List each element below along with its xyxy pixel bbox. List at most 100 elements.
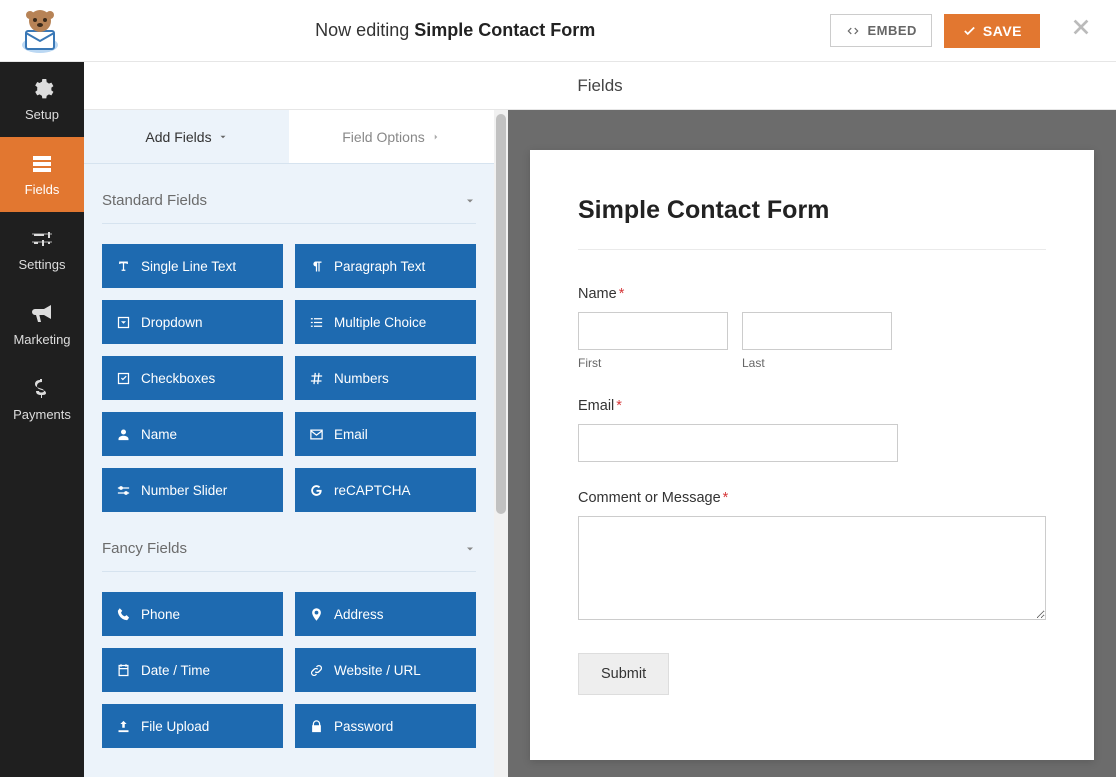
envelope-icon	[309, 427, 324, 442]
header-title: Now editing Simple Contact Form	[80, 20, 830, 41]
field-type-button[interactable]: Multiple Choice	[295, 300, 476, 344]
chevron-down-icon	[464, 195, 476, 207]
form-title: Simple Contact Form	[578, 196, 1046, 250]
fields-panel: Add Fields Field Options Standard Fields…	[84, 110, 494, 777]
tab-field-options[interactable]: Field Options	[289, 110, 494, 163]
check-icon	[116, 371, 131, 386]
checkmark-icon	[962, 24, 977, 38]
section-header[interactable]: Standard Fields	[102, 192, 476, 224]
sidebar-item-label: Payments	[13, 407, 71, 422]
hash-icon	[309, 371, 324, 386]
field-type-button[interactable]: Email	[295, 412, 476, 456]
section-header[interactable]: Fancy Fields	[102, 540, 476, 572]
panel-scrollbar[interactable]	[494, 110, 508, 777]
email-label: Email*	[578, 398, 1046, 414]
section-title: Standard Fields	[102, 192, 207, 209]
field-type-button[interactable]: Website / URL	[295, 648, 476, 692]
field-type-label: Numbers	[334, 371, 389, 386]
last-sublabel: Last	[742, 356, 892, 370]
save-button[interactable]: SAVE	[944, 14, 1040, 48]
chevron-down-icon	[464, 543, 476, 555]
sliders-icon	[30, 227, 54, 251]
submit-button[interactable]: Submit	[578, 653, 669, 695]
close-icon	[1070, 16, 1092, 38]
field-type-button[interactable]: Phone	[102, 592, 283, 636]
embed-button[interactable]: EMBED	[830, 14, 931, 47]
field-type-button[interactable]: Address	[295, 592, 476, 636]
first-name-input[interactable]	[578, 312, 728, 350]
field-type-label: Dropdown	[141, 315, 203, 330]
sidebar-item-label: Settings	[19, 257, 66, 272]
field-type-label: Email	[334, 427, 368, 442]
tab-add-fields[interactable]: Add Fields	[84, 110, 289, 163]
scrollbar-thumb[interactable]	[496, 114, 506, 514]
link-icon	[309, 663, 324, 678]
close-button[interactable]	[1066, 16, 1096, 45]
field-type-button[interactable]: Date / Time	[102, 648, 283, 692]
field-type-button[interactable]: File Upload	[102, 704, 283, 748]
upload-icon	[116, 719, 131, 734]
email-input[interactable]	[578, 424, 898, 462]
google-icon	[309, 483, 324, 498]
form-preview: Simple Contact Form Name* First Last	[508, 110, 1116, 777]
bullhorn-icon	[30, 302, 54, 326]
last-name-input[interactable]	[742, 312, 892, 350]
field-type-button[interactable]: reCAPTCHA	[295, 468, 476, 512]
name-label: Name*	[578, 286, 1046, 302]
field-type-label: Name	[141, 427, 177, 442]
text-icon	[116, 259, 131, 274]
field-comment[interactable]: Comment or Message*	[578, 490, 1046, 625]
chevron-right-icon	[431, 132, 441, 142]
sidebar-item-label: Fields	[25, 182, 60, 197]
field-type-label: Address	[334, 607, 384, 622]
field-type-button[interactable]: Checkboxes	[102, 356, 283, 400]
calendar-icon	[116, 663, 131, 678]
app-header: Now editing Simple Contact Form EMBED SA…	[0, 0, 1116, 62]
field-email[interactable]: Email*	[578, 398, 1046, 462]
lock-icon	[309, 719, 324, 734]
comment-label: Comment or Message*	[578, 490, 1046, 506]
field-type-label: reCAPTCHA	[334, 483, 411, 498]
field-type-label: Single Line Text	[141, 259, 236, 274]
chevron-down-icon	[218, 132, 228, 142]
code-icon	[845, 24, 861, 38]
first-sublabel: First	[578, 356, 728, 370]
field-type-label: Password	[334, 719, 393, 734]
dropdown-icon	[116, 315, 131, 330]
sidebar-item-fields[interactable]: Fields	[0, 137, 84, 212]
field-type-label: Paragraph Text	[334, 259, 425, 274]
section-title: Fancy Fields	[102, 540, 187, 557]
phone-icon	[116, 607, 131, 622]
field-type-button[interactable]: Dropdown	[102, 300, 283, 344]
field-type-button[interactable]: Paragraph Text	[295, 244, 476, 288]
list-icon	[309, 315, 324, 330]
app-logo	[10, 7, 70, 55]
left-nav: Setup Fields Settings Marketing Payments	[0, 62, 84, 777]
gear-icon	[30, 77, 54, 101]
panel-heading: Fields	[84, 62, 1116, 110]
field-type-button[interactable]: Number Slider	[102, 468, 283, 512]
field-type-button[interactable]: Password	[295, 704, 476, 748]
dollar-icon	[30, 377, 54, 401]
field-type-label: Number Slider	[141, 483, 227, 498]
fields-icon	[30, 152, 54, 176]
sidebar-item-label: Marketing	[13, 332, 70, 347]
user-icon	[116, 427, 131, 442]
paragraph-icon	[309, 259, 324, 274]
field-type-button[interactable]: Name	[102, 412, 283, 456]
sidebar-item-marketing[interactable]: Marketing	[0, 287, 84, 362]
field-name[interactable]: Name* First Last	[578, 286, 1046, 370]
sidebar-item-label: Setup	[25, 107, 59, 122]
field-type-label: Date / Time	[141, 663, 210, 678]
field-type-label: File Upload	[141, 719, 209, 734]
sidebar-item-settings[interactable]: Settings	[0, 212, 84, 287]
sidebar-item-payments[interactable]: Payments	[0, 362, 84, 437]
field-type-label: Checkboxes	[141, 371, 215, 386]
field-type-label: Multiple Choice	[334, 315, 426, 330]
pin-icon	[309, 607, 324, 622]
sidebar-item-setup[interactable]: Setup	[0, 62, 84, 137]
field-type-button[interactable]: Single Line Text	[102, 244, 283, 288]
comment-textarea[interactable]	[578, 516, 1046, 620]
field-type-label: Phone	[141, 607, 180, 622]
field-type-button[interactable]: Numbers	[295, 356, 476, 400]
